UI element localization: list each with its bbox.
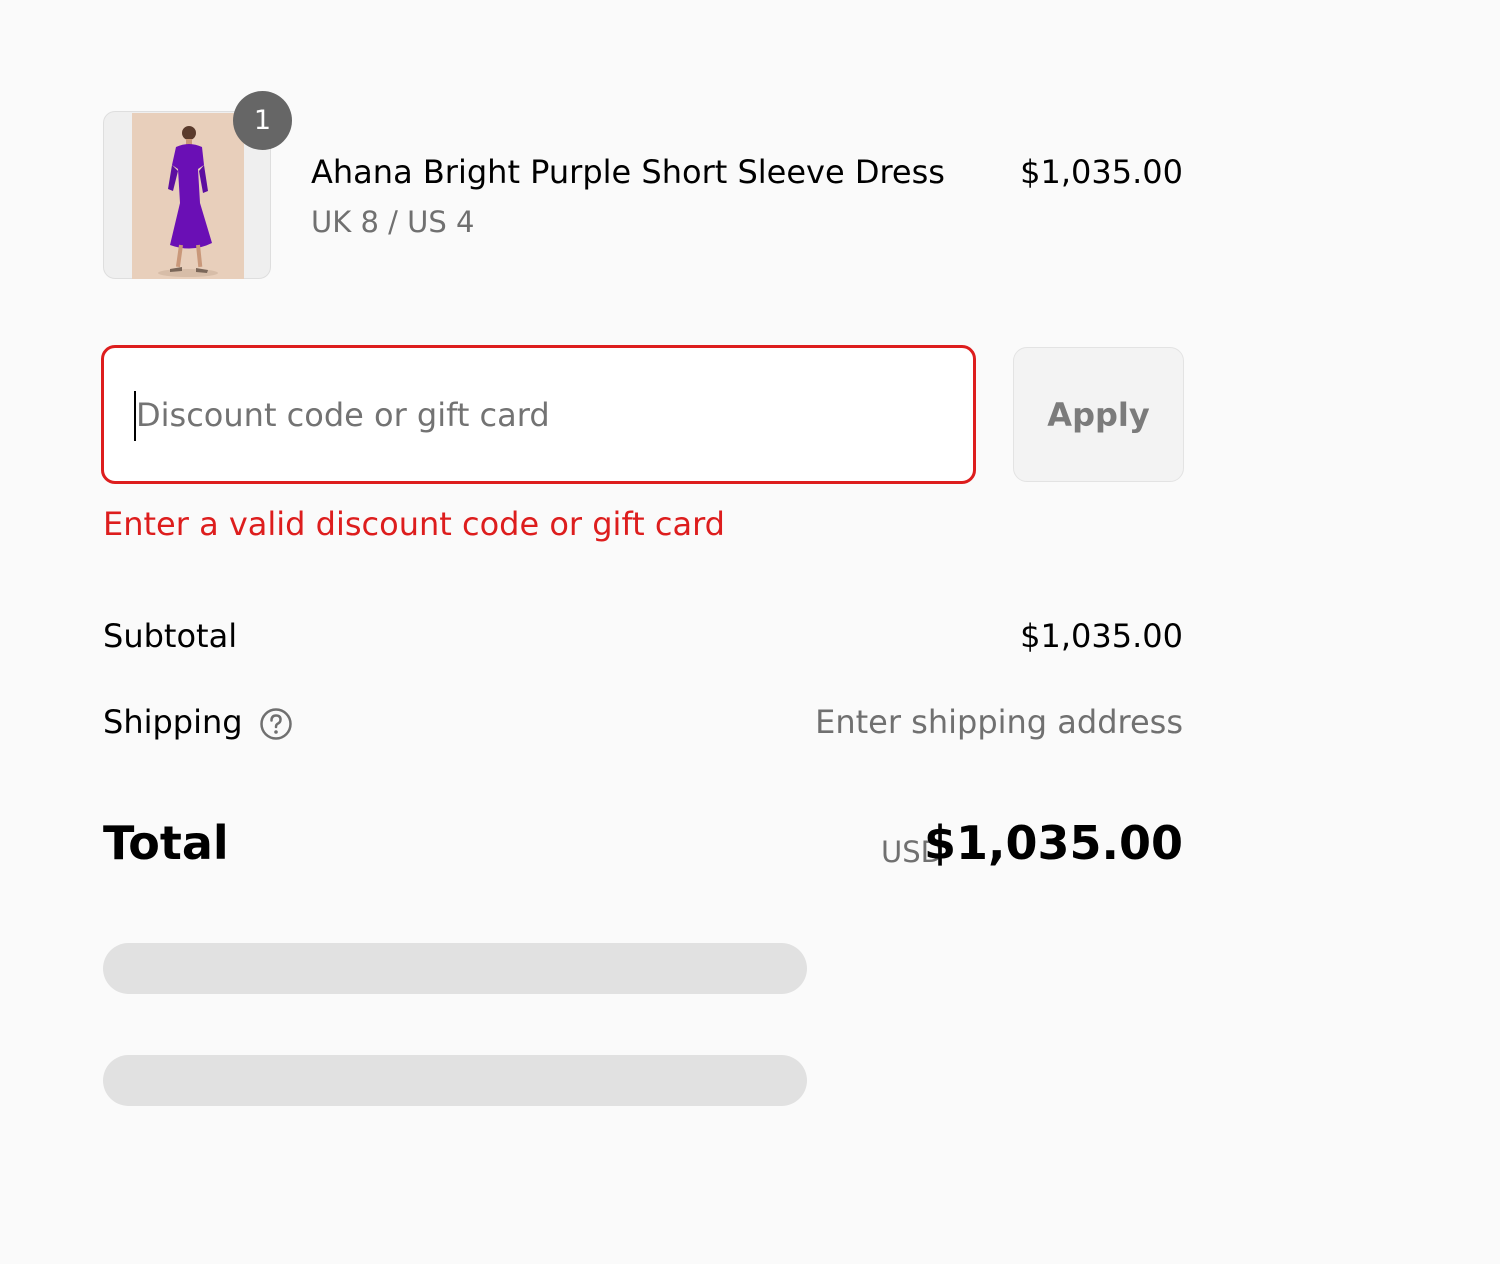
- dress-figure-image: [132, 113, 244, 279]
- total-label: Total: [103, 816, 229, 870]
- total-value: $1,035.00: [924, 816, 1183, 870]
- apply-discount-button[interactable]: Apply: [1013, 347, 1184, 482]
- shipping-label: Shipping: [103, 703, 243, 741]
- subtotal-value: $1,035.00: [1020, 617, 1183, 655]
- shipping-value: Enter shipping address: [815, 703, 1183, 741]
- product-variant: UK 8 / US 4: [311, 205, 475, 239]
- product-name: Ahana Bright Purple Short Sleeve Dress: [311, 153, 945, 191]
- product-image: [132, 113, 244, 279]
- discount-error-message: Enter a valid discount code or gift card: [103, 505, 725, 543]
- text-caret: [134, 391, 136, 441]
- question-circle-icon[interactable]: [259, 707, 293, 741]
- discount-code-input[interactable]: [132, 348, 956, 481]
- subtotal-label: Subtotal: [103, 617, 238, 655]
- discount-field: [101, 345, 976, 484]
- loading-skeleton: [103, 1055, 807, 1106]
- loading-skeleton: [103, 943, 807, 994]
- quantity-badge: 1: [233, 91, 292, 150]
- order-summary: 1 Ahana Bright Purple Short Sleeve Dress…: [0, 0, 1500, 1264]
- product-price: $1,035.00: [1020, 153, 1183, 191]
